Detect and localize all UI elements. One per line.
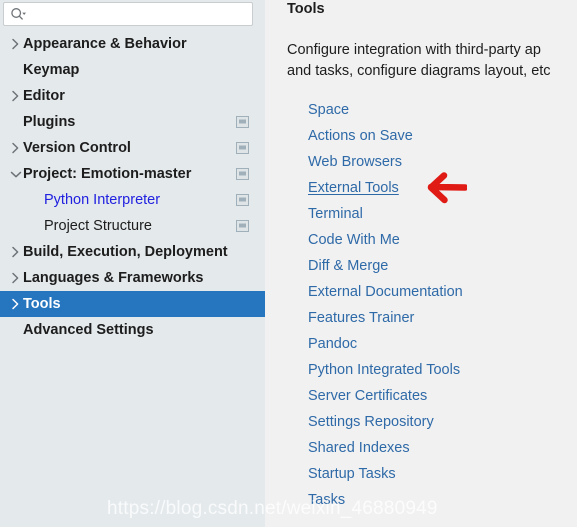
link-python-integrated-tools[interactable]: Python Integrated Tools xyxy=(308,357,460,383)
chevron-right-icon[interactable] xyxy=(8,83,23,109)
sidebar-item-label: Python Interpreter xyxy=(44,191,161,208)
link-external-tools[interactable]: External Tools xyxy=(308,175,399,201)
page-description-line-1: Configure integration with third-party a… xyxy=(287,42,541,58)
search-icon xyxy=(11,7,26,20)
link-features-trainer[interactable]: Features Trainer xyxy=(308,305,414,331)
project-scope-icon xyxy=(236,220,249,232)
sidebar-item-label: Tools xyxy=(23,295,61,312)
sidebar-item-label: Build, Execution, Deployment xyxy=(23,243,228,260)
link-shared-indexes[interactable]: Shared Indexes xyxy=(308,435,410,461)
link-code-with-me[interactable]: Code With Me xyxy=(308,227,400,253)
sidebar-item-label: Editor xyxy=(23,87,65,104)
sidebar-item-keymap[interactable]: Keymap xyxy=(0,57,265,83)
chevron-right-icon[interactable] xyxy=(8,239,23,265)
page-title: Tools xyxy=(287,1,325,17)
link-server-certificates[interactable]: Server Certificates xyxy=(308,383,427,409)
project-scope-icon xyxy=(236,142,249,154)
link-settings-repository[interactable]: Settings Repository xyxy=(308,409,434,435)
sidebar-item-tools[interactable]: Tools xyxy=(0,291,265,317)
chevron-right-icon[interactable] xyxy=(8,291,23,317)
sidebar-item-label: Project: Emotion-master xyxy=(23,165,192,182)
project-scope-icon xyxy=(236,116,249,128)
sidebar-item-appearance-and-behavior[interactable]: Appearance & Behavior xyxy=(0,31,265,57)
chevron-right-icon[interactable] xyxy=(8,31,23,57)
chevron-right-icon[interactable] xyxy=(8,265,23,291)
sidebar-item-label: Appearance & Behavior xyxy=(23,35,187,52)
settings-tree: Appearance & Behavior Keymap Editor Plug… xyxy=(0,31,265,343)
link-web-browsers[interactable]: Web Browsers xyxy=(308,149,402,175)
sidebar-item-advanced-settings[interactable]: Advanced Settings xyxy=(0,317,265,343)
project-scope-icon xyxy=(236,168,249,180)
sidebar-item-editor[interactable]: Editor xyxy=(0,83,265,109)
sidebar-item-label: Advanced Settings xyxy=(23,321,154,338)
link-startup-tasks[interactable]: Startup Tasks xyxy=(308,461,396,487)
settings-sidebar: Appearance & Behavior Keymap Editor Plug… xyxy=(0,0,265,527)
page-description-line-2: and tasks, configure diagrams layout, et… xyxy=(287,63,551,79)
link-pandoc[interactable]: Pandoc xyxy=(308,331,357,357)
chevron-down-icon xyxy=(22,12,26,15)
sidebar-item-label: Project Structure xyxy=(44,217,152,234)
sidebar-item-build-execution-deployment[interactable]: Build, Execution, Deployment xyxy=(0,239,265,265)
tools-subpage-link-list: Space Actions on Save Web Browsers Exter… xyxy=(308,97,463,513)
link-actions-on-save[interactable]: Actions on Save xyxy=(308,123,413,149)
link-diff-and-merge[interactable]: Diff & Merge xyxy=(308,253,388,279)
sidebar-item-label: Languages & Frameworks xyxy=(23,269,204,286)
page-description: Configure integration with third-party a… xyxy=(287,40,577,82)
settings-search-box[interactable] xyxy=(3,2,253,26)
sidebar-item-plugins[interactable]: Plugins xyxy=(0,109,265,135)
link-terminal[interactable]: Terminal xyxy=(308,201,363,227)
sidebar-item-project-structure[interactable]: Project Structure xyxy=(0,213,265,239)
project-scope-icon xyxy=(236,194,249,206)
link-external-documentation[interactable]: External Documentation xyxy=(308,279,463,305)
sidebar-item-label: Keymap xyxy=(23,61,80,78)
sidebar-item-project-emotion-master[interactable]: Project: Emotion-master xyxy=(0,161,265,187)
link-space[interactable]: Space xyxy=(308,97,349,123)
link-tasks[interactable]: Tasks xyxy=(308,487,345,513)
settings-dialog: Appearance & Behavior Keymap Editor Plug… xyxy=(0,0,577,527)
sidebar-item-languages-and-frameworks[interactable]: Languages & Frameworks xyxy=(0,265,265,291)
sidebar-item-version-control[interactable]: Version Control xyxy=(0,135,265,161)
chevron-down-icon[interactable] xyxy=(8,161,23,187)
sidebar-item-label: Version Control xyxy=(23,139,131,156)
settings-search-input[interactable] xyxy=(31,7,246,21)
sidebar-item-label: Plugins xyxy=(23,113,76,130)
sidebar-item-python-interpreter[interactable]: Python Interpreter xyxy=(0,187,265,213)
chevron-right-icon[interactable] xyxy=(8,135,23,161)
